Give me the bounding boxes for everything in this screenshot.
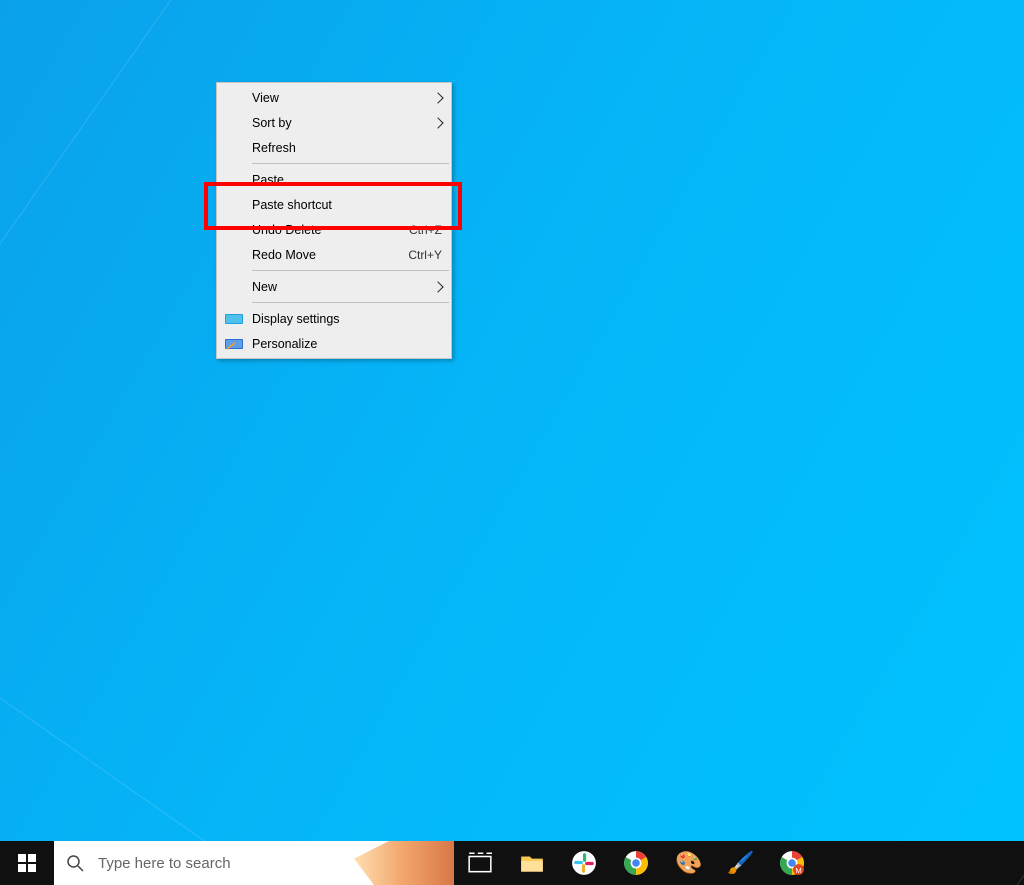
menu-item-undo-delete[interactable]: Undo Delete Ctrl+Z bbox=[218, 217, 450, 242]
windows-logo-icon bbox=[18, 854, 36, 872]
palette-icon: 🎨 bbox=[675, 850, 701, 876]
start-button[interactable] bbox=[0, 841, 54, 885]
chevron-right-icon bbox=[432, 117, 443, 128]
slack-icon bbox=[571, 850, 597, 876]
chevron-right-icon bbox=[432, 281, 443, 292]
chrome-icon bbox=[623, 850, 649, 876]
taskbar-paint-alt[interactable]: 🎨 bbox=[662, 841, 714, 885]
menu-label: Paste shortcut bbox=[252, 198, 442, 212]
taskbar-search[interactable]: Type here to search bbox=[54, 841, 454, 885]
menu-label: Undo Delete bbox=[252, 223, 409, 237]
chevron-right-icon bbox=[432, 92, 443, 103]
svg-text:M: M bbox=[795, 866, 801, 875]
menu-item-view[interactable]: View bbox=[218, 85, 450, 110]
taskbar: Type here to search bbox=[0, 841, 1024, 885]
desktop[interactable]: View Sort by Refresh Paste Paste shortcu… bbox=[0, 0, 1024, 885]
menu-item-redo-move[interactable]: Redo Move Ctrl+Y bbox=[218, 242, 450, 267]
taskbar-chrome[interactable] bbox=[610, 841, 662, 885]
menu-item-paste[interactable]: Paste bbox=[218, 167, 450, 192]
menu-label: New bbox=[252, 280, 426, 294]
taskbar-paint3d[interactable]: 🖌️ bbox=[714, 841, 766, 885]
taskbar-slack[interactable] bbox=[558, 841, 610, 885]
menu-label: Refresh bbox=[252, 141, 442, 155]
search-box-art bbox=[354, 841, 454, 885]
menu-separator bbox=[252, 270, 449, 271]
task-view-button[interactable] bbox=[454, 841, 506, 885]
menu-separator bbox=[252, 302, 449, 303]
menu-separator bbox=[252, 163, 449, 164]
menu-item-display-settings[interactable]: Display settings bbox=[218, 306, 450, 331]
menu-label: Paste bbox=[252, 173, 442, 187]
file-explorer-icon bbox=[519, 850, 545, 876]
paintbrush-icon: 🖌️ bbox=[727, 850, 753, 876]
personalize-icon bbox=[225, 337, 243, 351]
display-settings-icon bbox=[225, 312, 243, 326]
menu-label: View bbox=[252, 91, 426, 105]
menu-label: Display settings bbox=[252, 312, 442, 326]
chrome-icon: M bbox=[779, 850, 805, 876]
menu-label: Redo Move bbox=[252, 248, 408, 262]
menu-label: Sort by bbox=[252, 116, 426, 130]
menu-shortcut: Ctrl+Y bbox=[408, 248, 442, 262]
menu-shortcut: Ctrl+Z bbox=[409, 223, 442, 237]
menu-item-new[interactable]: New bbox=[218, 274, 450, 299]
task-view-icon bbox=[467, 850, 493, 876]
taskbar-file-explorer[interactable] bbox=[506, 841, 558, 885]
taskbar-chrome-profile[interactable]: M bbox=[766, 841, 818, 885]
search-icon bbox=[66, 854, 84, 872]
menu-item-paste-shortcut[interactable]: Paste shortcut bbox=[218, 192, 450, 217]
menu-label: Personalize bbox=[252, 337, 442, 351]
desktop-context-menu: View Sort by Refresh Paste Paste shortcu… bbox=[216, 82, 452, 359]
menu-item-personalize[interactable]: Personalize bbox=[218, 331, 450, 356]
menu-item-refresh[interactable]: Refresh bbox=[218, 135, 450, 160]
menu-item-sort-by[interactable]: Sort by bbox=[218, 110, 450, 135]
